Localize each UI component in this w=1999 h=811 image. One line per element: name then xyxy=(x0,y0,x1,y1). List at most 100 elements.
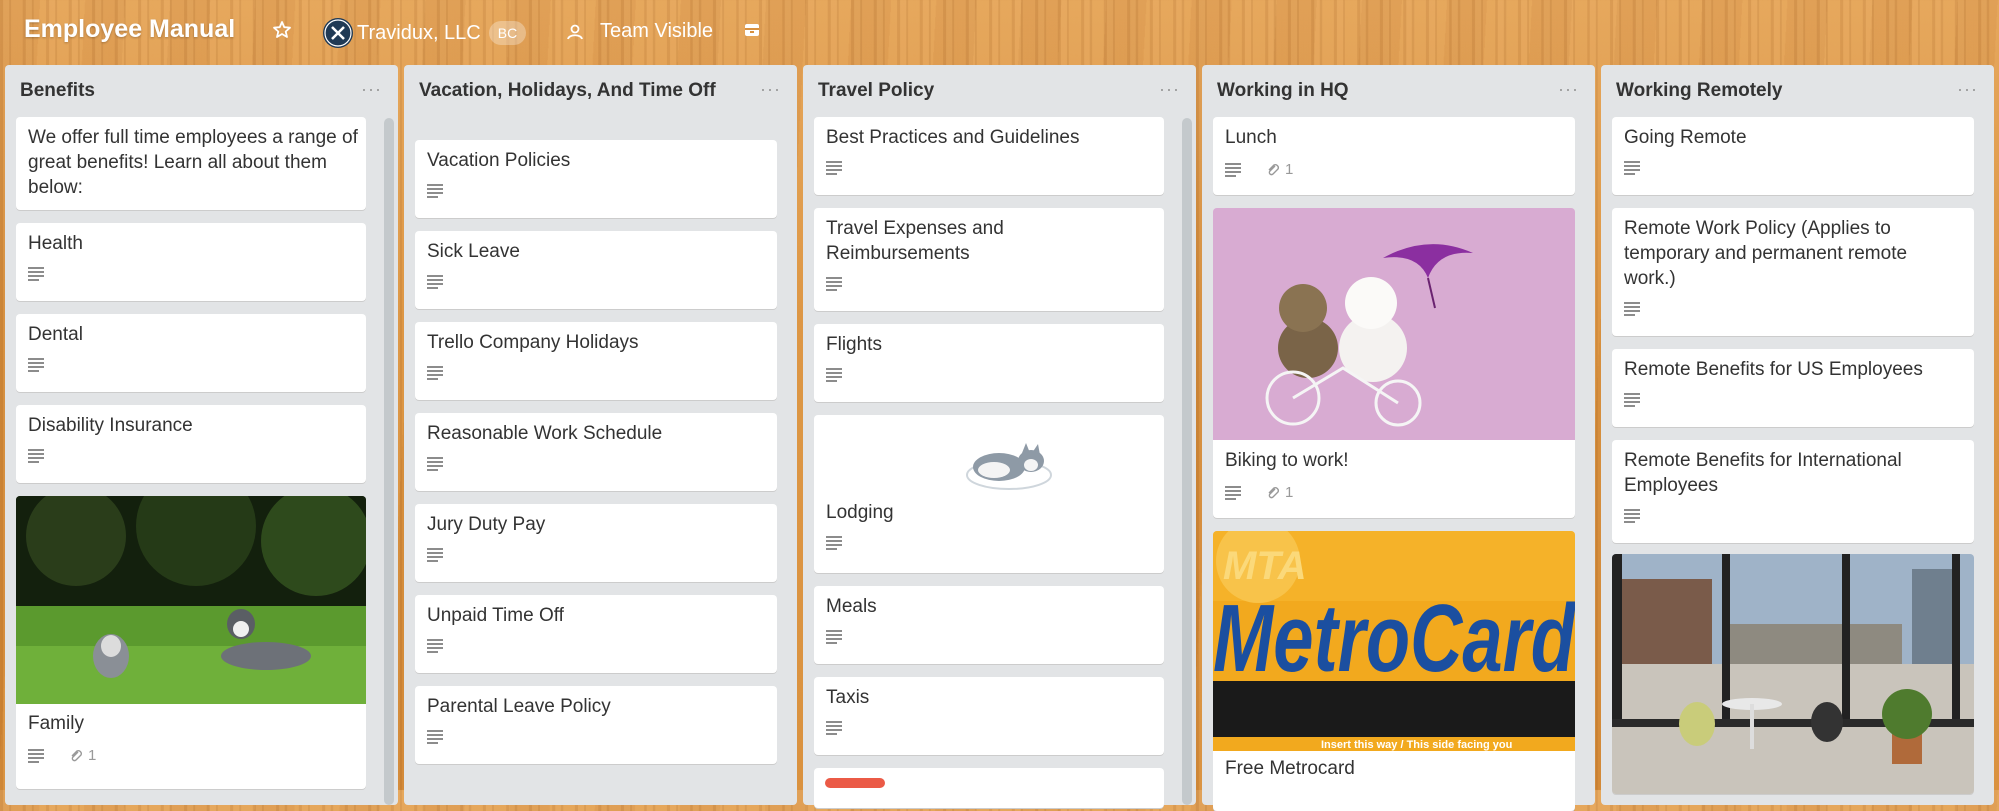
attachment-icon: 1 xyxy=(69,747,96,764)
org-name: Travidux, LLC xyxy=(357,21,481,44)
description-icon xyxy=(1624,161,1641,175)
card-title: Remote Benefits for US Employees xyxy=(1624,359,1923,380)
card[interactable]: Disability Insurance xyxy=(16,405,366,483)
card[interactable]: Lodging xyxy=(814,415,1164,573)
description-icon xyxy=(826,721,843,735)
card[interactable]: Flights xyxy=(814,324,1164,402)
butler-icon[interactable] xyxy=(743,21,761,39)
sticker-image xyxy=(966,443,1052,490)
list-menu-button[interactable]: ··· xyxy=(361,79,382,100)
description-icon xyxy=(427,548,444,562)
description-icon xyxy=(28,748,45,763)
list-scrollbar[interactable] xyxy=(1182,118,1192,805)
card[interactable]: Lunch 1 xyxy=(1213,117,1575,195)
card[interactable]: Trello Company Holidays xyxy=(415,322,777,400)
attachment-icon: 1 xyxy=(1266,484,1293,501)
card-title: We offer full time employees a range of … xyxy=(28,127,358,198)
card[interactable]: Travel Expenses and Reimbursements xyxy=(814,208,1164,311)
card[interactable]: Health xyxy=(16,223,366,301)
card-title: Family xyxy=(28,713,84,734)
list-menu-button[interactable]: ··· xyxy=(1957,79,1978,100)
description-icon xyxy=(826,277,843,291)
card-title: Lodging xyxy=(826,502,894,523)
card-title: Flights xyxy=(826,334,882,355)
card-title: Going Remote xyxy=(1624,127,1747,148)
list-menu-button[interactable]: ··· xyxy=(760,79,781,100)
list-travel-policy: Travel Policy ··· Best Practices and Gui… xyxy=(803,65,1196,808)
card-title: Reasonable Work Schedule xyxy=(427,423,663,444)
description-icon xyxy=(28,267,45,281)
org-button[interactable]: Travidux, LLC BC xyxy=(323,18,527,48)
card[interactable]: Biking to work! 1 xyxy=(1213,208,1575,518)
org-logo-icon xyxy=(323,18,353,48)
card[interactable]: MTA MetroCard Insert this way / This sid… xyxy=(1213,531,1575,811)
card-title: Lunch xyxy=(1225,127,1277,148)
card-cover-image xyxy=(1213,208,1575,440)
card[interactable]: Jury Duty Pay xyxy=(415,504,777,582)
list-title[interactable]: Benefits xyxy=(20,79,320,103)
card[interactable] xyxy=(1612,554,1974,794)
card-title: Sick Leave xyxy=(427,241,520,262)
metrocard-brand-text: MetroCard xyxy=(1213,585,1575,692)
description-icon xyxy=(28,358,45,372)
card[interactable]: Vacation Policies xyxy=(415,140,777,218)
description-icon xyxy=(427,457,444,471)
card[interactable]: Taxis xyxy=(814,677,1164,755)
description-icon xyxy=(427,639,444,653)
card[interactable]: Sick Leave xyxy=(415,231,777,309)
attachment-icon: 1 xyxy=(1266,161,1293,178)
card[interactable]: Parental Leave Policy xyxy=(415,686,777,764)
list-title[interactable]: Working in HQ xyxy=(1217,79,1517,103)
card-title: Biking to work! xyxy=(1225,450,1349,471)
list-title[interactable]: Vacation, Holidays, And Time Off xyxy=(419,79,719,103)
card[interactable]: Reasonable Work Schedule xyxy=(415,413,777,491)
list-scrollbar[interactable] xyxy=(384,118,394,805)
description-icon xyxy=(427,275,444,289)
card[interactable]: We offer full time employees a range of … xyxy=(16,117,366,210)
board-title[interactable]: Employee Manual xyxy=(24,15,235,44)
card[interactable] xyxy=(814,768,1164,808)
card-title: Jury Duty Pay xyxy=(427,514,546,535)
card[interactable]: Dental xyxy=(16,314,366,392)
metrocard-mta-text: MTA xyxy=(1223,544,1307,588)
board-header: Employee Manual Travidux, LLC BC Team Vi… xyxy=(0,0,1999,64)
attachment-count: 1 xyxy=(88,747,97,764)
description-icon xyxy=(1624,302,1641,316)
card[interactable]: Meals xyxy=(814,586,1164,664)
description-icon xyxy=(826,630,843,644)
card[interactable]: Remote Benefits for International Employ… xyxy=(1612,440,1974,543)
description-icon xyxy=(28,449,45,463)
card-title: Parental Leave Policy xyxy=(427,696,611,717)
card-cover-image: MTA MetroCard Insert this way / This sid… xyxy=(1213,531,1575,751)
card-title: Disability Insurance xyxy=(28,415,193,436)
description-icon xyxy=(427,184,444,198)
list-menu-button[interactable]: ··· xyxy=(1558,79,1579,100)
card-title: Travel Expenses and Reimbursements xyxy=(826,218,1004,264)
description-icon xyxy=(1225,162,1242,177)
card-title: Remote Benefits for International Employ… xyxy=(1624,450,1902,496)
card[interactable]: Best Practices and Guidelines xyxy=(814,117,1164,195)
card[interactable]: Remote Benefits for US Employees xyxy=(1612,349,1974,427)
team-visibility-label: Team Visible xyxy=(600,20,714,42)
card-title: Health xyxy=(28,233,83,254)
card-title: Vacation Policies xyxy=(427,150,571,171)
card[interactable]: Unpaid Time Off xyxy=(415,595,777,673)
list-title[interactable]: Working Remotely xyxy=(1616,79,1916,103)
attachment-count: 1 xyxy=(1285,484,1294,501)
list-menu-button[interactable]: ··· xyxy=(1159,79,1180,100)
card-cover-image xyxy=(1612,554,1974,794)
attachment-count: 1 xyxy=(1285,161,1294,178)
card-title: Unpaid Time Off xyxy=(427,605,564,626)
card[interactable]: Remote Work Policy (Applies to temporary… xyxy=(1612,208,1974,336)
description-icon xyxy=(427,730,444,744)
metrocard-strip-text: Insert this way / This side facing you xyxy=(1321,739,1512,751)
card-title: Trello Company Holidays xyxy=(427,332,639,353)
card[interactable]: Going Remote xyxy=(1612,117,1974,195)
star-icon[interactable] xyxy=(272,20,292,40)
card[interactable]: Family 1 xyxy=(16,496,366,789)
list-title[interactable]: Travel Policy xyxy=(818,79,1118,103)
team-visibility-button[interactable]: Team Visible xyxy=(566,20,713,43)
list-working-in-hq: Working in HQ ··· Lunch 1 Biking to work… xyxy=(1202,65,1595,811)
list-vacation: Vacation, Holidays, And Time Off ··· Vac… xyxy=(404,65,797,805)
description-icon xyxy=(1624,509,1641,523)
